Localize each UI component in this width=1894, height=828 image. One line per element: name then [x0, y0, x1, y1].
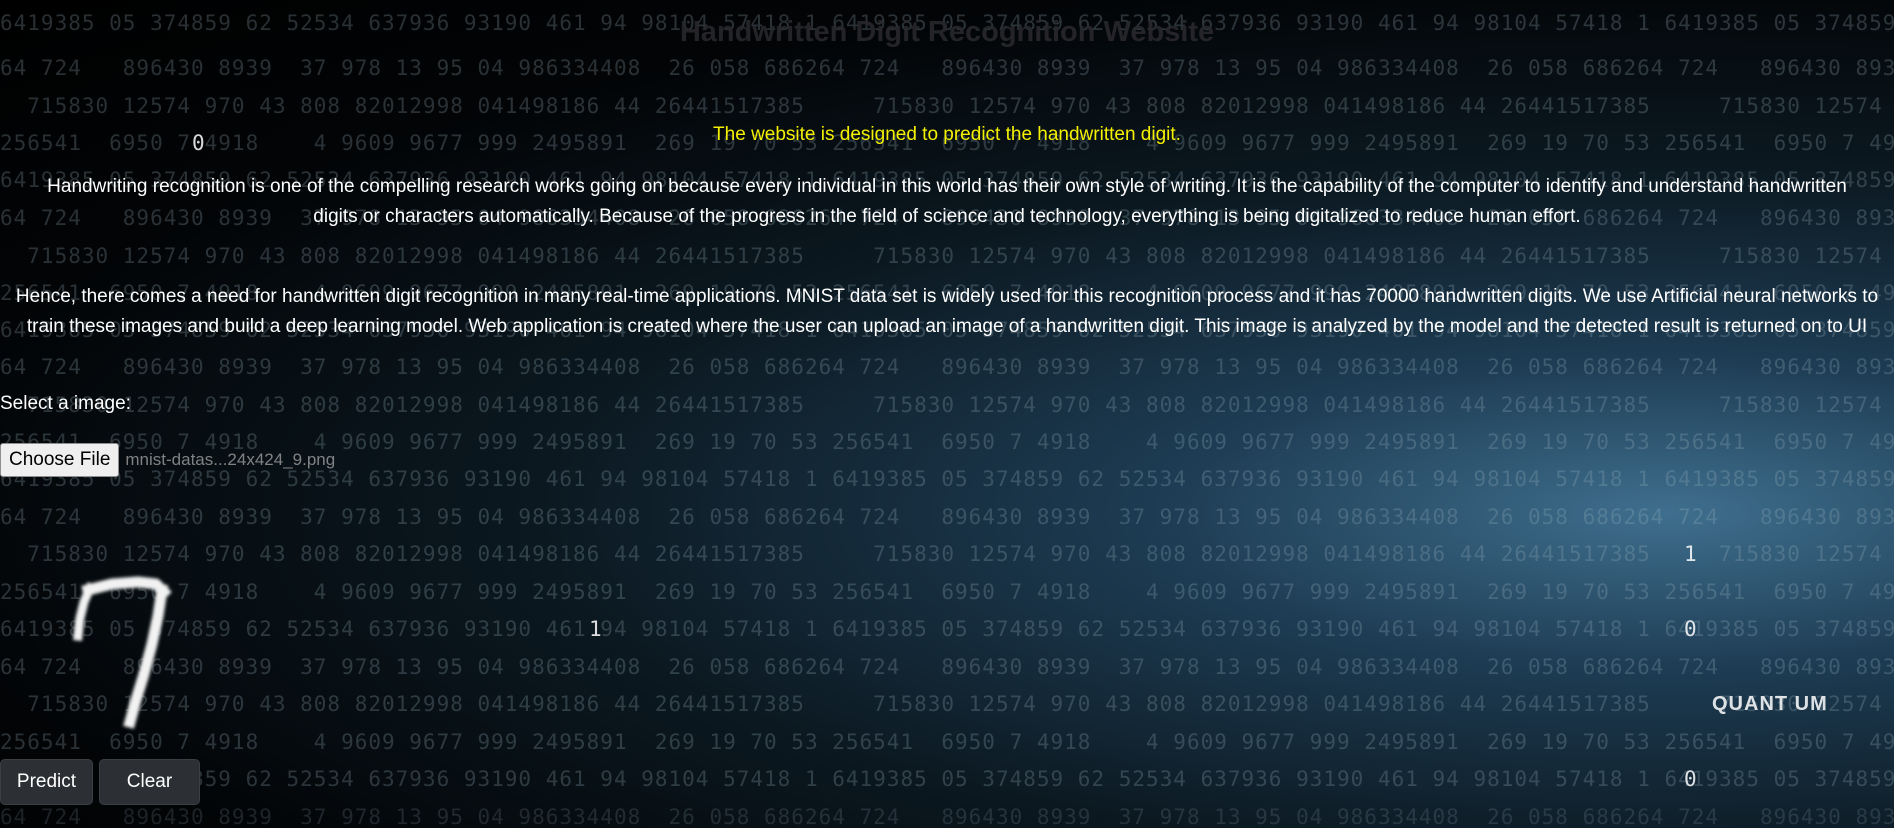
page-title: Handwritten Digit Recognition Website — [679, 16, 1215, 48]
intro-paragraph: Handwriting recognition is one of the co… — [47, 176, 1847, 227]
main-content: Handwritten Digit Recognition Website Th… — [0, 0, 1894, 828]
description-paragraph: Hence, there comes a need for handwritte… — [15, 286, 1879, 337]
tagline: The website is designed to predict the h… — [713, 124, 1181, 145]
action-buttons: Predict Clear — [0, 759, 200, 805]
choose-file-button[interactable]: Choose File — [0, 443, 120, 477]
selected-file-name: mnist-datas...24x424_9.png — [125, 450, 336, 469]
select-image-label: Select a image: — [0, 393, 131, 414]
uploaded-digit-preview — [70, 572, 178, 736]
file-input: Choose File mnist-datas...24x424_9.png — [0, 443, 335, 477]
predict-button[interactable]: Predict — [0, 759, 93, 805]
clear-button[interactable]: Clear — [99, 759, 200, 805]
handwritten-seven-image — [73, 576, 172, 729]
